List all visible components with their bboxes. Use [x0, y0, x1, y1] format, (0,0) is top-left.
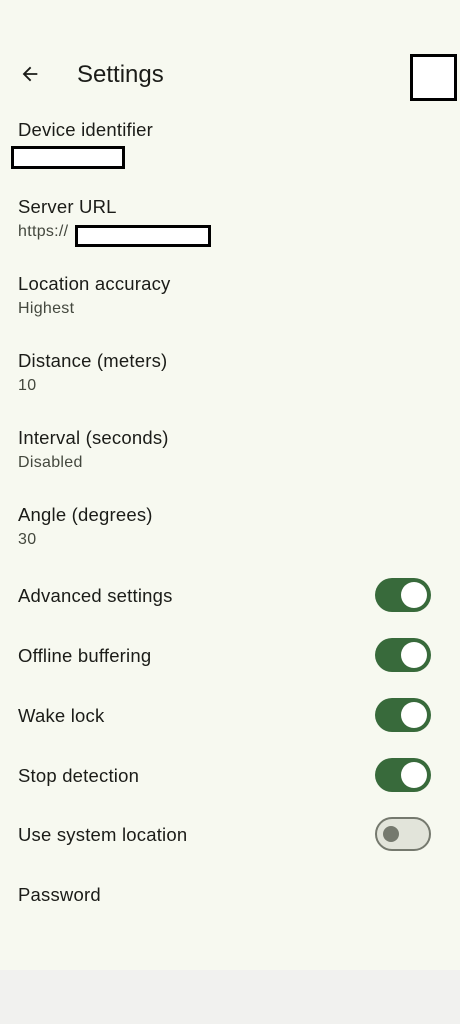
use-system-location-toggle[interactable] — [375, 817, 431, 851]
redacted-server-url — [75, 225, 211, 247]
toggle-thumb — [401, 582, 427, 608]
offline-buffering-toggle[interactable] — [375, 638, 431, 672]
switch-label: Stop detection — [18, 765, 140, 786]
app-bar: Settings — [0, 40, 460, 110]
advanced-settings-toggle[interactable] — [375, 578, 431, 612]
switch-row-advanced-settings[interactable]: Advanced settings — [0, 570, 460, 622]
switch-label: Wake lock — [18, 705, 105, 726]
pref-password[interactable]: Password — [0, 869, 460, 921]
pref-summary: Disabled — [18, 454, 83, 471]
switch-label: Offline buffering — [18, 645, 152, 666]
pref-label: Interval (seconds) — [18, 427, 169, 448]
wake-lock-toggle[interactable] — [375, 698, 431, 732]
switch-label: Use system location — [18, 824, 188, 845]
back-button[interactable] — [10, 54, 50, 94]
toggle-thumb — [401, 762, 427, 788]
pref-location-accuracy[interactable]: Location accuracy Highest — [18, 272, 442, 320]
pref-label: Password — [18, 884, 101, 905]
pref-label: Location accuracy — [18, 273, 171, 294]
switch-row-wake-lock[interactable]: Wake lock — [0, 690, 460, 742]
switch-row-offline-buffering[interactable]: Offline buffering — [0, 630, 460, 682]
pref-summary: 10 — [18, 377, 37, 394]
settings-screen: Settings Device identifier Server URL ht… — [0, 0, 460, 970]
pref-angle[interactable]: Angle (degrees) 30 — [18, 503, 442, 551]
pref-label: Server URL — [18, 196, 117, 217]
toggle-thumb — [383, 826, 399, 842]
page-title: Settings — [77, 61, 164, 88]
pref-label: Distance (meters) — [18, 350, 168, 371]
pref-label: Angle (degrees) — [18, 504, 153, 525]
pref-device-identifier[interactable]: Device identifier — [18, 118, 442, 144]
stop-detection-toggle[interactable] — [375, 758, 431, 792]
arrow-left-icon — [22, 66, 38, 82]
pref-interval[interactable]: Interval (seconds) Disabled — [18, 426, 442, 474]
switch-label: Advanced settings — [18, 585, 173, 606]
switch-row-stop-detection[interactable]: Stop detection — [0, 750, 460, 802]
pref-summary: Highest — [18, 300, 75, 317]
redacted-action — [410, 54, 457, 101]
pref-label: Device identifier — [18, 119, 154, 140]
switch-row-use-system-location[interactable]: Use system location — [0, 809, 460, 861]
pref-summary: 30 — [18, 531, 37, 548]
redacted-device-id — [11, 146, 125, 169]
toggle-thumb — [401, 702, 427, 728]
pref-distance[interactable]: Distance (meters) 10 — [18, 349, 442, 397]
toggle-thumb — [401, 642, 427, 668]
